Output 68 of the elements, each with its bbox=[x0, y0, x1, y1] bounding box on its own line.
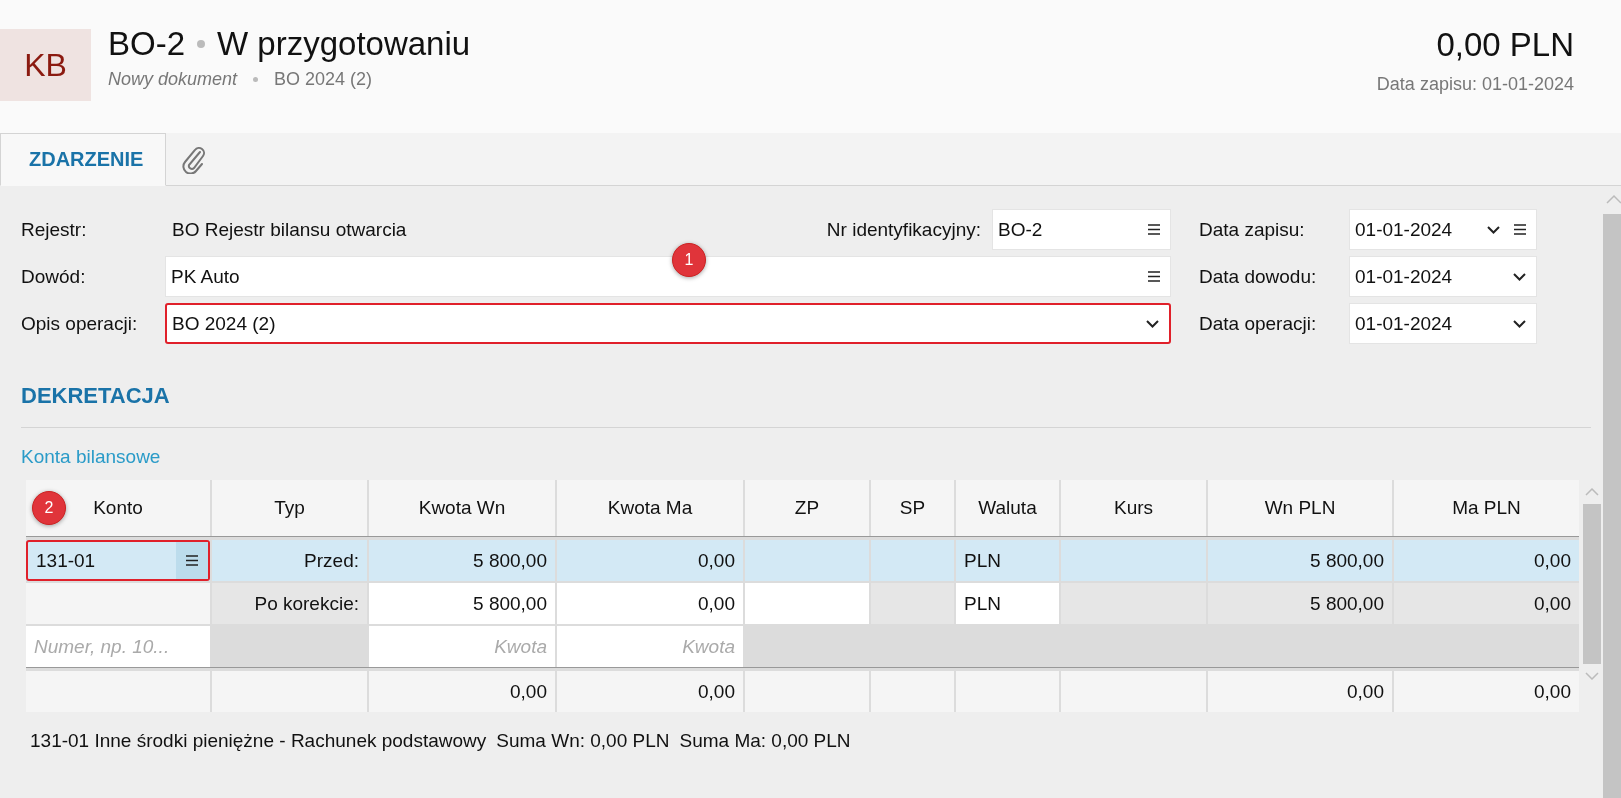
table-cell[interactable]: 5 800,00 bbox=[369, 583, 555, 624]
table-cell: Przed: bbox=[212, 540, 367, 581]
document-status: W przygotowaniu bbox=[217, 25, 471, 63]
column-header: Kwota Wn bbox=[369, 480, 555, 536]
account-field[interactable]: 131-01 bbox=[26, 540, 210, 581]
table-cell[interactable]: 0,00 bbox=[557, 583, 743, 624]
field-label: Data dowodu: bbox=[1199, 265, 1318, 288]
table-cell: 5 800,00 bbox=[1208, 583, 1392, 624]
total-cell: 0,00 bbox=[557, 671, 743, 712]
posting-date: Data zapisu: 01-01-2024 bbox=[1376, 74, 1574, 95]
paperclip-icon bbox=[180, 144, 207, 174]
account-description: 131-01 Inne środki pieniężne - Rachunek podstawowy bbox=[30, 730, 487, 752]
table-cell[interactable] bbox=[745, 583, 869, 624]
total-cell: 0,00 bbox=[1208, 671, 1392, 712]
field-label: Opis operacji: bbox=[21, 312, 139, 335]
column-header: ZP bbox=[745, 480, 869, 536]
list-button[interactable] bbox=[176, 542, 208, 579]
table-cell: 0,00 bbox=[1394, 583, 1579, 624]
document-subtitle: Nowy dokument bbox=[108, 69, 238, 90]
chevron-down-icon[interactable] bbox=[1513, 272, 1526, 281]
list-icon[interactable] bbox=[1148, 224, 1160, 235]
column-header: Wn PLN bbox=[1208, 480, 1392, 536]
id-number-field[interactable]: BO-2 bbox=[992, 209, 1171, 250]
date-field[interactable]: 01-01-2024 bbox=[1349, 209, 1537, 250]
separator-dot bbox=[253, 77, 259, 82]
register-value: BO Rejestr bilansu otwarcia bbox=[172, 218, 408, 241]
date-field[interactable]: 01-01-2024 bbox=[1349, 303, 1537, 344]
total-cell: 0,00 bbox=[1394, 671, 1579, 712]
step-marker: 2 bbox=[32, 491, 66, 525]
chevron-down-icon[interactable] bbox=[1146, 319, 1159, 328]
field-label: Rejestr: bbox=[21, 218, 88, 241]
column-header: Waluta bbox=[956, 480, 1059, 536]
document-amount: 0,00 PLN bbox=[1436, 26, 1574, 64]
section-title: DEKRETACJA bbox=[21, 383, 171, 409]
document-number: BO-2 bbox=[108, 25, 186, 63]
list-icon[interactable] bbox=[1148, 271, 1160, 282]
column-header: Kurs bbox=[1061, 480, 1206, 536]
table-cell[interactable]: PLN bbox=[956, 583, 1059, 624]
table-cell: PLN bbox=[956, 540, 1059, 581]
separator-dot bbox=[197, 40, 206, 48]
table-cell: 0,00 bbox=[1394, 540, 1579, 581]
column-header: 2 Konto bbox=[26, 480, 210, 536]
column-header: SP bbox=[871, 480, 954, 536]
avatar-badge: KB bbox=[0, 29, 91, 101]
column-header: Typ bbox=[212, 480, 367, 536]
field-label: Data operacji: bbox=[1199, 312, 1318, 335]
column-header: Ma PLN bbox=[1394, 480, 1579, 536]
document-reference: BO 2024 (2) bbox=[274, 69, 373, 90]
event-tab[interactable]: ZDARZENIE bbox=[0, 133, 167, 186]
total-cell: 0,00 bbox=[369, 671, 555, 712]
subsection-title: Konta bilansowe bbox=[21, 446, 162, 468]
debit-sum: Suma Wn: 0,00 PLN bbox=[496, 730, 670, 752]
list-icon bbox=[186, 555, 198, 566]
table-cell: Po korekcie: bbox=[212, 583, 367, 624]
field-label: Dowód: bbox=[21, 265, 87, 288]
table-cell: 5 800,00 bbox=[369, 540, 555, 581]
field-label: Data zapisu: bbox=[1199, 218, 1306, 241]
list-icon[interactable] bbox=[1514, 224, 1526, 235]
column-header: Kwota Ma bbox=[557, 480, 743, 536]
credit-sum: Suma Ma: 0,00 PLN bbox=[679, 730, 851, 752]
field-label: Nr identyfikacyjny: bbox=[826, 218, 981, 241]
chevron-down-icon[interactable] bbox=[1487, 225, 1500, 234]
table-cell: 5 800,00 bbox=[1208, 540, 1392, 581]
date-field[interactable]: 01-01-2024 bbox=[1349, 256, 1537, 297]
description-dropdown[interactable]: BO 2024 (2) bbox=[165, 303, 1171, 344]
step-marker: 1 bbox=[672, 243, 706, 277]
chevron-down-icon[interactable] bbox=[1513, 319, 1526, 328]
table-cell: 0,00 bbox=[557, 540, 743, 581]
